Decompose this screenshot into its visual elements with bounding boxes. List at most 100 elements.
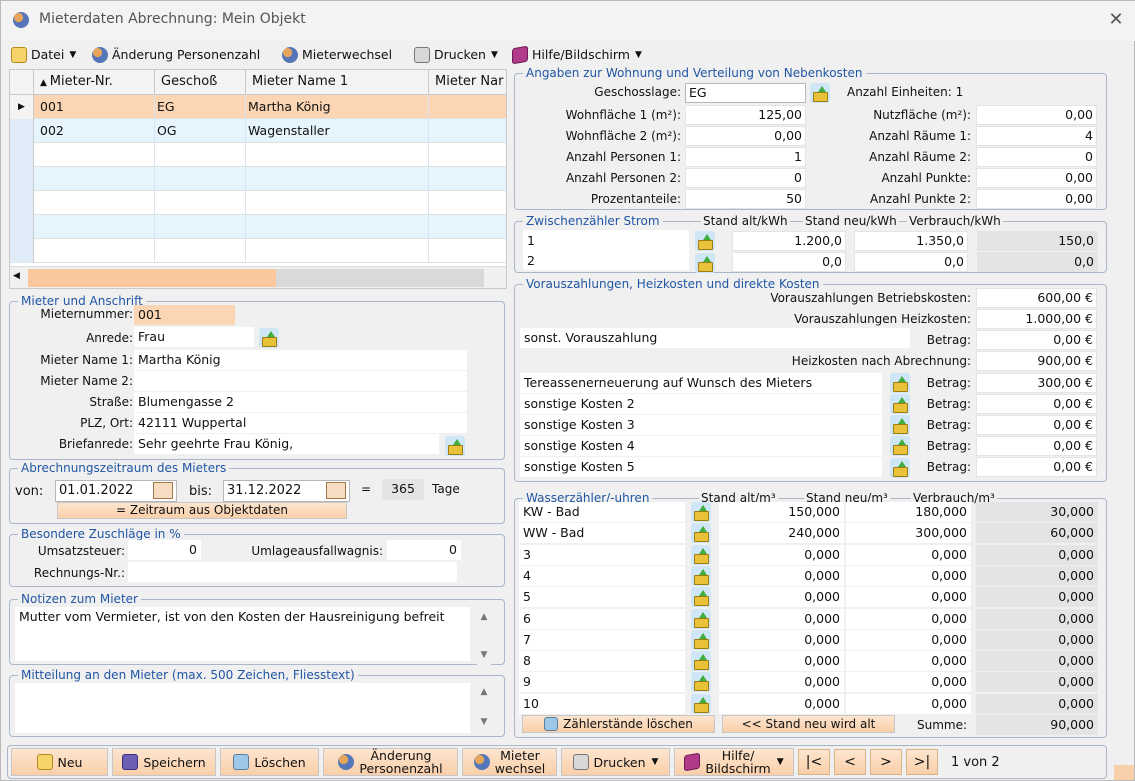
direkte-kosten-4-betrag[interactable]: 0,00 € xyxy=(976,436,1097,456)
anzahl-personen-1-field[interactable]: 1 xyxy=(685,147,806,167)
picker-icon[interactable] xyxy=(695,253,715,273)
col-header-name1[interactable]: Mieter Name 1 xyxy=(246,70,429,95)
wasser-row-name[interactable]: 8 xyxy=(519,651,685,671)
direkte-kosten-2-betrag[interactable]: 0,00 € xyxy=(976,394,1097,414)
wasser-row-neu-field[interactable]: 0,000 xyxy=(846,694,971,714)
scrollbar-thumb[interactable] xyxy=(28,269,276,287)
stand-neu-wird-alt-button[interactable]: << Stand neu wird alt xyxy=(722,715,895,733)
mitteilung-textarea[interactable] xyxy=(15,683,470,733)
picker-icon[interactable] xyxy=(691,502,711,522)
name2-field[interactable] xyxy=(134,371,467,391)
aenderung-personenzahl-button[interactable]: Änderung Personenzahl xyxy=(323,748,458,776)
wasser-row-neu-field[interactable]: 0,000 xyxy=(846,651,971,671)
wasser-row-alt-field[interactable]: 0,000 xyxy=(719,694,844,714)
calendar-icon[interactable] xyxy=(326,482,346,499)
strasse-field[interactable]: Blumengasse 2 xyxy=(134,392,467,412)
sonst-vorauszahlung-text[interactable]: sonst. Vorauszahlung xyxy=(520,328,910,348)
wasser-row-alt-field[interactable]: 0,000 xyxy=(719,609,844,629)
wasser-row-name[interactable]: 4 xyxy=(519,566,685,586)
direkte-kosten-3-text[interactable]: sonstige Kosten 3 xyxy=(520,415,882,435)
table-row[interactable]: 002 OG Wagenstaller xyxy=(10,119,506,143)
loeschen-button[interactable]: Löschen xyxy=(220,748,319,776)
anrede-field[interactable]: Frau xyxy=(134,327,254,347)
wasser-row-alt-field[interactable]: 150,000 xyxy=(719,502,844,522)
wohnflaeche-2-field[interactable]: 0,00 xyxy=(685,126,806,146)
wasser-row-neu-field[interactable]: 0,000 xyxy=(846,545,971,565)
name1-field[interactable]: Martha König xyxy=(134,350,467,370)
col-header-mieter-nr[interactable]: ▲ Mieter-Nr. xyxy=(34,70,155,95)
menu-mieterwechsel[interactable]: Mieterwechsel xyxy=(282,45,392,64)
picker-icon[interactable] xyxy=(695,231,715,251)
scroll-up-icon[interactable]: ▲ xyxy=(479,687,489,697)
wasser-row-neu-field[interactable]: 0,000 xyxy=(846,566,971,586)
strom-2-alt-field[interactable]: 0,0 xyxy=(732,252,846,272)
notizen-scrollbar[interactable]: ▲ ▼ xyxy=(477,606,491,669)
picker-icon[interactable] xyxy=(691,566,711,586)
wasser-row-name[interactable]: 9 xyxy=(519,672,685,692)
col-header-geschoss[interactable]: Geschoß xyxy=(155,70,246,95)
anzahl-raeume-2-field[interactable]: 0 xyxy=(976,147,1097,167)
briefanrede-field[interactable]: Sehr geehrte Frau König, xyxy=(134,434,439,454)
wasser-row-name[interactable]: WW - Bad xyxy=(519,523,685,543)
wasser-row-neu-field[interactable]: 0,000 xyxy=(846,630,971,650)
wasser-row-name[interactable]: 3 xyxy=(519,545,685,565)
menu-aenderung-personenzahl[interactable]: Änderung Personenzahl xyxy=(92,45,260,64)
direkte-kosten-1-betrag[interactable]: 300,00 € xyxy=(976,373,1097,393)
horizontal-scrollbar[interactable]: ◀ xyxy=(10,266,506,288)
mieterwechsel-button[interactable]: Mieter wechsel xyxy=(462,748,557,776)
voraus-betriebskosten-field[interactable]: 600,00 € xyxy=(976,288,1097,308)
direkte-kosten-1-text[interactable]: Tereassenerneuerung auf Wunsch des Miete… xyxy=(520,373,882,393)
umlageausfallwagnis-field[interactable]: 0 xyxy=(387,540,461,560)
wasser-row-name[interactable]: 7 xyxy=(519,630,685,650)
wasser-row-neu-field[interactable]: 300,000 xyxy=(846,523,971,543)
prozentanteile-field[interactable]: 50 xyxy=(685,189,806,209)
wasser-row-alt-field[interactable]: 0,000 xyxy=(719,672,844,692)
scroll-down-icon[interactable]: ▼ xyxy=(479,717,489,727)
umsatzsteuer-field[interactable]: 0 xyxy=(128,540,201,560)
neu-button[interactable]: Neu xyxy=(11,748,108,776)
wasser-row-name[interactable]: 10 xyxy=(519,694,685,714)
wasser-row-name[interactable]: 5 xyxy=(519,587,685,607)
picker-icon[interactable] xyxy=(691,587,711,607)
heizkosten-abrechnung-field[interactable]: 900,00 € xyxy=(976,351,1097,371)
zaehlerstaende-loeschen-button[interactable]: Zählerstände löschen xyxy=(522,715,715,733)
direkte-kosten-4-text[interactable]: sonstige Kosten 4 xyxy=(520,436,882,456)
zeitraum-aus-objektdaten-button[interactable]: = Zeitraum aus Objektdaten xyxy=(57,502,347,519)
anzahl-punkte-2-field[interactable]: 0,00 xyxy=(976,189,1097,209)
scroll-left-icon[interactable]: ◀ xyxy=(13,271,20,281)
plz-ort-field[interactable]: 42111 Wuppertal xyxy=(134,413,467,433)
picker-icon[interactable] xyxy=(810,83,830,103)
wasser-row-neu-field[interactable]: 0,000 xyxy=(846,672,971,692)
wasser-row-neu-field[interactable]: 180,000 xyxy=(846,502,971,522)
wasser-row-neu-field[interactable]: 0,000 xyxy=(846,587,971,607)
direkte-kosten-2-text[interactable]: sonstige Kosten 2 xyxy=(520,394,882,414)
menu-hilfe[interactable]: Hilfe/Bildschirm ▼ xyxy=(512,45,642,64)
menu-datei[interactable]: Datei ▼ xyxy=(11,45,76,64)
direkte-kosten-5-text[interactable]: sonstige Kosten 5 xyxy=(520,457,882,477)
picker-icon[interactable] xyxy=(691,630,711,650)
scroll-down-icon[interactable]: ▼ xyxy=(479,650,489,660)
anzahl-raeume-1-field[interactable]: 4 xyxy=(976,126,1097,146)
wasser-row-neu-field[interactable]: 0,000 xyxy=(846,609,971,629)
wasser-row-alt-field[interactable]: 240,000 xyxy=(719,523,844,543)
picker-icon[interactable] xyxy=(691,523,711,543)
speichern-button[interactable]: Speichern xyxy=(112,748,216,776)
picker-icon[interactable] xyxy=(691,672,711,692)
last-record-button[interactable]: >| xyxy=(906,749,938,775)
picker-icon[interactable] xyxy=(691,609,711,629)
scroll-up-icon[interactable]: ▲ xyxy=(479,612,489,622)
mitteilung-scrollbar[interactable]: ▲ ▼ xyxy=(477,681,491,735)
prev-record-button[interactable]: < xyxy=(834,749,866,775)
calendar-icon[interactable] xyxy=(153,482,173,499)
wasser-row-alt-field[interactable]: 0,000 xyxy=(719,630,844,650)
strom-names[interactable]: 1 2 xyxy=(523,230,689,270)
geschosslage-field[interactable]: EG xyxy=(685,83,806,103)
wasser-row-name[interactable]: KW - Bad xyxy=(519,502,685,522)
anzahl-personen-2-field[interactable]: 0 xyxy=(685,168,806,188)
hilfe-bildschirm-button[interactable]: Hilfe/Bildschirm ▼ xyxy=(674,748,794,776)
menu-drucken[interactable]: Drucken ▼ xyxy=(414,45,498,64)
picker-icon[interactable] xyxy=(691,651,711,671)
voraus-heizkosten-field[interactable]: 1.000,00 € xyxy=(976,309,1097,329)
wasser-row-name[interactable]: 6 xyxy=(519,609,685,629)
col-header-name2[interactable]: Mieter Nar xyxy=(429,70,506,95)
